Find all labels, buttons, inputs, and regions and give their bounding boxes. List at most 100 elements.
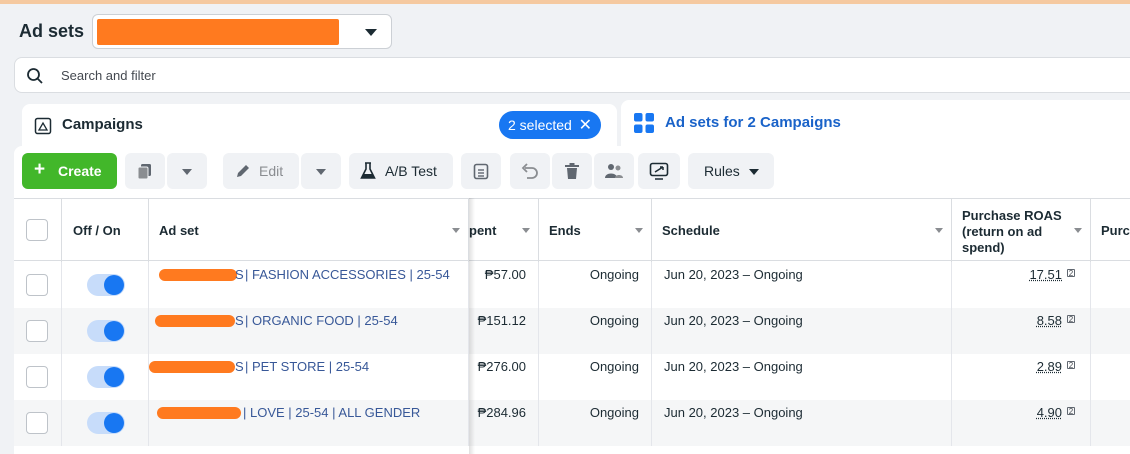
amount-spent: ₱57.00 bbox=[484, 267, 526, 282]
delivery-toggle[interactable] bbox=[87, 320, 125, 342]
clipboard-icon bbox=[473, 163, 489, 180]
purchase-roas-value[interactable]: 17.51 bbox=[1029, 267, 1062, 282]
schedule-value: Jun 20, 2023 – Ongoing bbox=[664, 267, 803, 282]
trash-icon bbox=[565, 163, 579, 179]
pencil-icon bbox=[237, 165, 249, 177]
row-checkbox[interactable] bbox=[26, 320, 48, 342]
edit-menu-button[interactable] bbox=[301, 153, 341, 189]
ab-test-button[interactable]: A/B Test bbox=[349, 153, 453, 189]
column-ad-set[interactable]: Ad set bbox=[149, 199, 469, 262]
info-icon[interactable]: 2 bbox=[1067, 315, 1075, 324]
tab-campaigns[interactable]: Campaigns 2 selected ✕ bbox=[22, 104, 617, 148]
account-selector[interactable] bbox=[92, 14, 392, 49]
column-amount-spent[interactable]: pent bbox=[469, 199, 539, 262]
ends-value: Ongoing bbox=[589, 405, 639, 420]
info-icon[interactable]: 2 bbox=[1067, 407, 1075, 416]
ends-value: Ongoing bbox=[589, 359, 639, 374]
ad-set-name-prefix[interactable]: S bbox=[235, 359, 244, 374]
ad-set-name[interactable]: | PET STORE | 25-54 bbox=[245, 359, 369, 374]
search-icon bbox=[27, 68, 43, 84]
table-row[interactable]: S | FASHION ACCESSORIES | 25-54 ₱57.00 O… bbox=[14, 262, 1130, 308]
ends-value: Ongoing bbox=[589, 267, 639, 282]
table-row[interactable]: S | ORGANIC FOOD | 25-54 ₱151.12 Ongoing… bbox=[14, 308, 1130, 354]
ad-sets-panel: + Create Edit A/B Test Rules Off / On Ad… bbox=[14, 146, 1130, 454]
ad-set-name[interactable]: | LOVE | 25-54 | ALL GENDER bbox=[243, 405, 420, 420]
tab-ad-sets[interactable]: Ad sets for 2 Campaigns bbox=[621, 100, 1130, 148]
preview-icon bbox=[649, 162, 669, 180]
purchase-roas-value[interactable]: 2.89 bbox=[1037, 359, 1062, 374]
ad-set-name-prefix[interactable]: S bbox=[235, 267, 244, 282]
ad-set-name[interactable]: | FASHION ACCESSORIES | 25-54 bbox=[245, 267, 450, 282]
sort-icon[interactable] bbox=[522, 228, 530, 233]
people-icon bbox=[605, 164, 623, 178]
tab-campaigns-label: Campaigns bbox=[62, 116, 143, 133]
sort-icon[interactable] bbox=[935, 228, 943, 233]
edit-label: Edit bbox=[259, 163, 284, 179]
create-label: Create bbox=[58, 163, 102, 179]
purchase-roas-value[interactable]: 4.90 bbox=[1037, 405, 1062, 420]
delete-button[interactable] bbox=[552, 153, 592, 189]
row-checkbox[interactable] bbox=[26, 274, 48, 296]
undo-button[interactable] bbox=[510, 153, 550, 189]
selected-badge[interactable]: 2 selected ✕ bbox=[499, 111, 601, 139]
schedule-value: Jun 20, 2023 – Ongoing bbox=[664, 405, 803, 420]
search-bar[interactable]: Search and filter bbox=[14, 57, 1130, 93]
redacted-name bbox=[155, 315, 235, 327]
sort-icon[interactable] bbox=[635, 228, 643, 233]
column-purchase-roas[interactable]: Purchase ROAS (return on ad spend) bbox=[952, 199, 1091, 262]
info-icon[interactable]: 2 bbox=[1067, 361, 1075, 370]
duplicate-button[interactable] bbox=[125, 153, 165, 189]
audience-button[interactable] bbox=[594, 153, 634, 189]
amount-spent: ₱284.96 bbox=[477, 405, 526, 420]
table-header: Off / On Ad set pent Ends Schedule Purch… bbox=[14, 198, 1130, 262]
ad-set-name-prefix[interactable]: S bbox=[235, 313, 244, 328]
rules-button[interactable]: Rules bbox=[688, 153, 774, 189]
redacted-account-name bbox=[97, 19, 339, 45]
schedule-value: Jun 20, 2023 – Ongoing bbox=[664, 313, 803, 328]
page-header: Ad sets bbox=[0, 4, 1130, 56]
chevron-down-icon bbox=[365, 29, 377, 36]
frozen-column-shadow bbox=[469, 198, 475, 454]
undo-icon bbox=[521, 163, 538, 179]
row-checkbox[interactable] bbox=[26, 412, 48, 434]
duplicate-menu-button[interactable] bbox=[167, 153, 207, 189]
column-purchases[interactable]: Purc bbox=[1091, 199, 1130, 262]
column-schedule[interactable]: Schedule bbox=[652, 199, 952, 262]
create-button[interactable]: + Create bbox=[22, 153, 117, 189]
chevron-down-icon bbox=[182, 169, 192, 175]
tab-ad-sets-label: Ad sets for 2 Campaigns bbox=[665, 114, 841, 131]
ad-set-name[interactable]: | ORGANIC FOOD | 25-54 bbox=[245, 313, 398, 328]
grid-icon bbox=[634, 113, 654, 133]
redacted-name bbox=[159, 269, 237, 281]
page-title: Ad sets bbox=[19, 21, 85, 41]
redacted-name bbox=[157, 407, 241, 419]
campaign-folder-icon bbox=[34, 117, 52, 135]
header-select-all-cell bbox=[14, 199, 62, 262]
table-row[interactable]: S | PET STORE | 25-54 ₱276.00 Ongoing Ju… bbox=[14, 354, 1130, 400]
delivery-toggle[interactable] bbox=[87, 274, 125, 296]
info-icon[interactable]: 2 bbox=[1067, 269, 1075, 278]
flask-icon bbox=[360, 162, 376, 179]
table-row[interactable]: | LOVE | 25-54 | ALL GENDER ₱284.96 Ongo… bbox=[14, 400, 1130, 446]
report-button[interactable] bbox=[461, 153, 501, 189]
select-all-checkbox[interactable] bbox=[26, 219, 48, 241]
amount-spent: ₱151.12 bbox=[477, 313, 526, 328]
ab-test-label: A/B Test bbox=[385, 163, 437, 179]
chevron-down-icon bbox=[316, 169, 326, 175]
column-off-on[interactable]: Off / On bbox=[62, 199, 149, 262]
preview-button[interactable] bbox=[638, 153, 680, 189]
purchase-roas-value[interactable]: 8.58 bbox=[1037, 313, 1062, 328]
edit-button[interactable]: Edit bbox=[223, 153, 299, 189]
delivery-toggle[interactable] bbox=[87, 412, 125, 434]
row-checkbox[interactable] bbox=[26, 366, 48, 388]
duplicate-icon bbox=[137, 164, 151, 180]
column-ends[interactable]: Ends bbox=[539, 199, 652, 262]
redacted-name bbox=[149, 361, 235, 373]
amount-spent: ₱276.00 bbox=[477, 359, 526, 374]
rules-label: Rules bbox=[704, 163, 740, 179]
close-icon[interactable]: ✕ bbox=[579, 115, 592, 135]
sort-icon[interactable] bbox=[1074, 228, 1082, 233]
sort-icon[interactable] bbox=[452, 228, 460, 233]
schedule-value: Jun 20, 2023 – Ongoing bbox=[664, 359, 803, 374]
delivery-toggle[interactable] bbox=[87, 366, 125, 388]
